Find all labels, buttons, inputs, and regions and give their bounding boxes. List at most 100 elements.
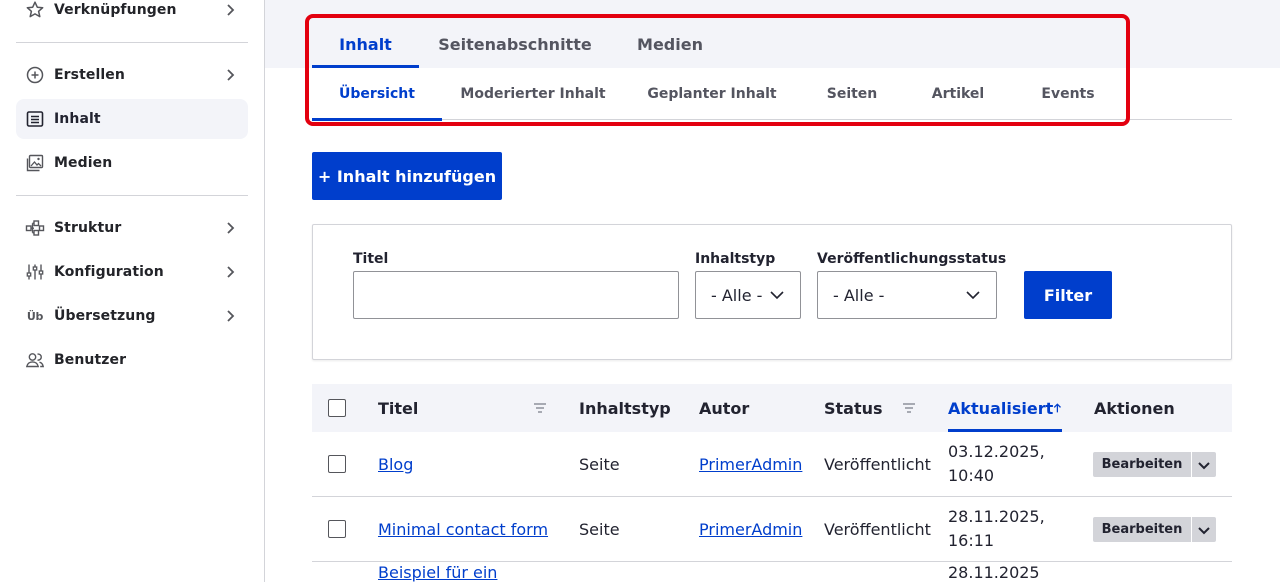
add-content-button[interactable]: + Inhalt hinzufügen [312, 152, 502, 200]
sidebar-item-content[interactable]: Inhalt [16, 99, 248, 139]
row-updated-time: 16:11 [948, 531, 995, 550]
sidebar-item-translation[interactable]: Üb Übersetzung [16, 296, 248, 336]
tab-content[interactable]: Inhalt [312, 20, 419, 68]
row-checkbox[interactable] [328, 455, 346, 473]
sliders-icon [25, 262, 45, 282]
sort-ascending-icon [1054, 403, 1062, 413]
table-row: Minimal contact form Seite PrimerAdmin V… [312, 497, 1232, 562]
type-filter-value: - Alle - [711, 285, 763, 305]
chevron-right-icon [220, 65, 240, 85]
column-header-author: Autor [699, 398, 750, 418]
sidebar-item-label: Struktur [54, 220, 122, 236]
row-title-link[interactable]: Minimal contact form [378, 520, 548, 539]
sidebar-item-label: Benutzer [54, 352, 127, 368]
sort-icon[interactable] [533, 401, 547, 415]
type-filter-label: Inhaltstyp [695, 251, 776, 267]
row-title-cell: Minimal contact form [378, 497, 548, 561]
sidebar-item-label: Erstellen [54, 67, 125, 83]
title-filter-input[interactable] [353, 271, 679, 319]
sidebar-item-shortcuts[interactable]: Verknüpfungen [16, 0, 248, 30]
type-filter-select[interactable]: - Alle - [695, 271, 801, 319]
tab-scheduled-content[interactable]: Geplanter Inhalt [642, 68, 782, 120]
row-actions: Bearbeiten [1093, 452, 1216, 477]
table-header: Titel Inhaltstyp Autor Status Aktualisie… [312, 384, 1232, 432]
users-icon [25, 350, 45, 370]
sidebar-item-configuration[interactable]: Konfiguration [16, 252, 248, 292]
row-actions: Bearbeiten [1093, 517, 1216, 542]
row-author-cell: PrimerAdmin [699, 432, 802, 496]
plus-circle-icon [25, 65, 45, 85]
filter-form: Titel Inhaltstyp - Alle - Veröffentlichu… [312, 224, 1232, 360]
sidebar-item-label: Medien [54, 155, 113, 171]
table-row: Beispiel für ein 28.11.2025 [312, 562, 1232, 582]
row-select-cell [328, 432, 346, 496]
sidebar-item-label: Inhalt [54, 111, 101, 127]
primary-tabs-band: Inhalt Seitenabschnitte Medien [265, 0, 1280, 68]
row-author-link[interactable]: PrimerAdmin [699, 520, 802, 539]
status-filter-value: - Alle - [833, 285, 885, 305]
chevron-down-icon [1198, 526, 1210, 534]
row-type: Seite [579, 519, 620, 539]
column-header-updated-label: Aktualisiert [948, 398, 1054, 418]
sidebar-item-label: Übersetzung [54, 308, 156, 324]
chevron-right-icon [220, 262, 240, 282]
row-type: Seite [579, 454, 620, 474]
tab-overview[interactable]: Übersicht [312, 68, 442, 121]
tab-blocks[interactable]: Seitenabschnitte [435, 20, 595, 68]
chevron-down-icon [966, 291, 980, 300]
row-updated: 28.11.2025, 16:11 [948, 497, 1045, 561]
actions-dropdown-button[interactable] [1192, 452, 1216, 477]
sidebar-item-users[interactable]: Benutzer [16, 340, 248, 380]
chevron-right-icon [220, 306, 240, 326]
tab-moderated-content[interactable]: Moderierter Inhalt [458, 68, 608, 120]
secondary-tabs: Übersicht Moderierter Inhalt Geplanter I… [312, 68, 1232, 121]
tab-events[interactable]: Events [1028, 68, 1108, 120]
sidebar-item-label: Konfiguration [54, 264, 164, 280]
sidebar-item-create[interactable]: Erstellen [16, 55, 248, 95]
row-updated: 03.12.2025, 10:40 [948, 432, 1045, 496]
chevron-right-icon [220, 218, 240, 238]
tab-pages[interactable]: Seiten [812, 68, 892, 120]
media-image-icon [25, 153, 45, 173]
status-filter-select[interactable]: - Alle - [817, 271, 997, 319]
select-all-cell [328, 384, 346, 432]
tab-articles[interactable]: Artikel [918, 68, 998, 120]
row-title-cell: Beispiel für ein [378, 562, 497, 582]
row-author-link[interactable]: PrimerAdmin [699, 455, 802, 474]
chevron-down-icon [770, 291, 784, 300]
structure-icon [25, 218, 45, 238]
row-select-cell [328, 497, 346, 561]
content-list-icon [25, 109, 45, 129]
row-title-link[interactable]: Beispiel für ein [378, 563, 497, 582]
chevron-right-icon [220, 0, 240, 20]
column-header-actions: Aktionen [1094, 398, 1175, 418]
actions-dropdown-button[interactable] [1192, 517, 1216, 542]
filter-submit-button[interactable]: Filter [1024, 271, 1112, 319]
row-title-link[interactable]: Blog [378, 455, 413, 474]
sort-icon[interactable] [902, 401, 916, 415]
row-title-cell: Blog [378, 432, 413, 496]
select-all-checkbox[interactable] [328, 399, 346, 417]
row-updated-time: 10:40 [948, 466, 995, 485]
edit-button[interactable]: Bearbeiten [1093, 452, 1191, 477]
row-status: Veröffentlicht [824, 519, 931, 539]
admin-sidebar: Verknüpfungen Erstellen Inhalt Medien St… [0, 0, 265, 582]
row-updated-date: 28.11.2025 [948, 562, 1040, 582]
column-header-status[interactable]: Status [824, 384, 883, 432]
sidebar-item-media[interactable]: Medien [16, 143, 248, 183]
star-icon [25, 0, 45, 20]
sidebar-divider [16, 195, 248, 196]
title-filter-label: Titel [353, 251, 389, 267]
row-updated-date: 28.11.2025, [948, 507, 1045, 526]
column-header-type: Inhaltstyp [579, 398, 671, 418]
sidebar-item-structure[interactable]: Struktur [16, 208, 248, 248]
sidebar-divider [16, 42, 248, 43]
row-checkbox[interactable] [328, 520, 346, 538]
table-row: Blog Seite PrimerAdmin Veröffentlicht 03… [312, 432, 1232, 497]
edit-button[interactable]: Bearbeiten [1093, 517, 1191, 542]
column-header-title[interactable]: Titel [378, 384, 418, 432]
column-header-updated[interactable]: Aktualisiert [948, 384, 1062, 432]
chevron-down-icon [1198, 461, 1210, 469]
tab-media[interactable]: Medien [611, 20, 729, 68]
main-content: Inhalt Seitenabschnitte Medien Übersicht… [265, 0, 1280, 582]
